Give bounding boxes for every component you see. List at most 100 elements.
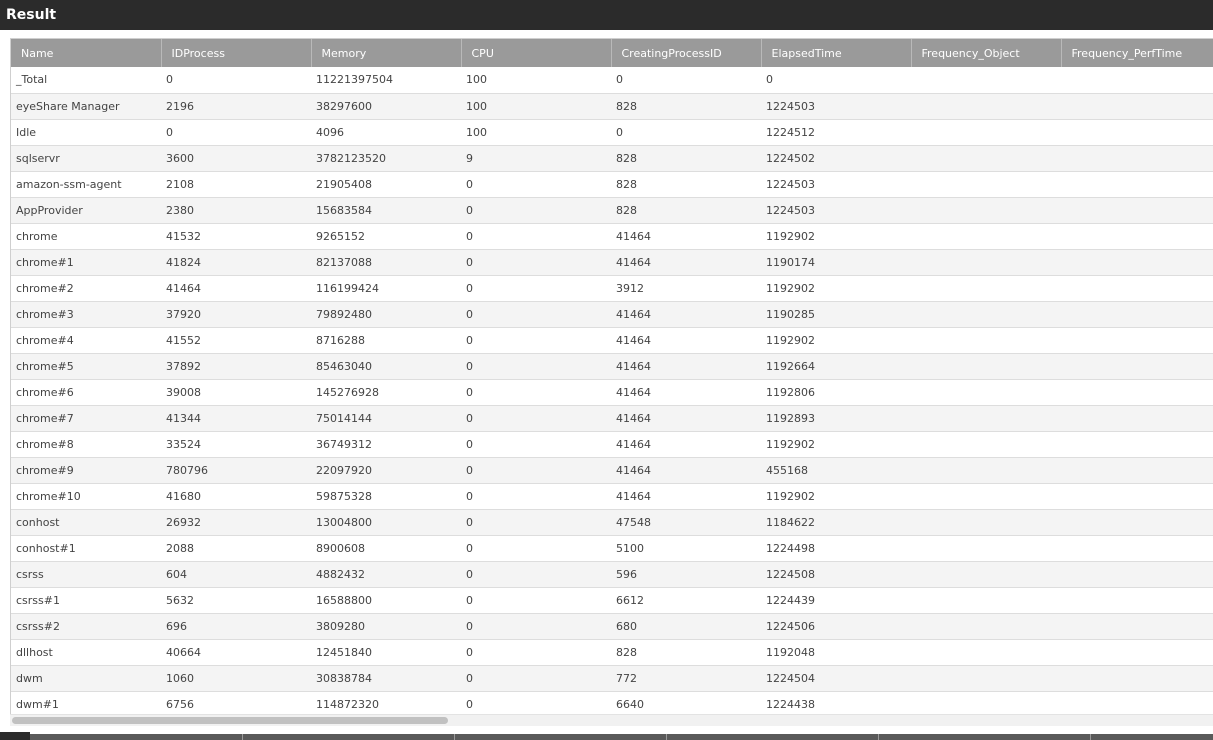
header-column-frequency-object[interactable]: Frequency_Object [911, 39, 1062, 67]
header-column-idprocess[interactable]: IDProcess [161, 39, 312, 67]
table-row[interactable]: conhost#1 2088 8900608 0 5100 1224498 [11, 535, 1213, 562]
table-row[interactable]: _Total 0 11221397504 100 0 0 [11, 67, 1213, 94]
cell-column-idprocess: 780796 [161, 457, 311, 484]
cell-column-elapsedtime: 1192664 [761, 353, 911, 380]
cell-column-name: conhost#1 [11, 535, 161, 562]
table-row[interactable]: AppProvider 2380 15683584 0 828 1224503 [11, 197, 1213, 224]
cell-column-frequency-perftime [1061, 93, 1213, 120]
cell-column-elapsedtime: 1192902 [761, 431, 911, 458]
cell-column-memory: 145276928 [311, 379, 461, 406]
table-row[interactable]: chrome#5 37892 85463040 0 41464 1192664 [11, 353, 1213, 380]
table-row[interactable]: csrss#1 5632 16588800 0 6612 1224439 [11, 587, 1213, 614]
cell-column-elapsedtime: 1192902 [761, 275, 911, 302]
cell-column-cpu: 0 [461, 353, 611, 380]
cell-column-elapsedtime: 1184622 [761, 509, 911, 536]
table-row[interactable]: dwm 1060 30838784 0 772 1224504 [11, 665, 1213, 692]
result-table: Name IDProcess Memory CPU CreatingProcessID E… [11, 39, 1213, 718]
cell-column-creatingprocessid: 828 [611, 93, 761, 120]
cell-column-elapsedtime: 1224506 [761, 613, 911, 640]
cell-column-cpu: 0 [461, 405, 611, 432]
table-row[interactable]: eyeShare Manager 2196 38297600 100 828 122450… [11, 93, 1213, 120]
header-column-cpu[interactable]: CPU [461, 39, 612, 67]
horizontal-scrollbar[interactable] [10, 714, 1213, 726]
cell-column-idprocess: 41464 [161, 275, 311, 302]
cell-column-creatingprocessid: 828 [611, 639, 761, 666]
table-row[interactable]: chrome#7 41344 75014144 0 41464 1192893 [11, 405, 1213, 432]
cell-column-elapsedtime: 1190174 [761, 249, 911, 276]
cell-column-name: AppProvider [11, 197, 161, 224]
header-column-frequency-perftime[interactable]: Frequency_PerfTime [1061, 39, 1213, 67]
cell-column-name: _Total [11, 67, 161, 94]
cell-column-name: chrome#2 [11, 275, 161, 302]
cell-column-frequency-perftime [1061, 483, 1213, 510]
cell-column-creatingprocessid: 3912 [611, 275, 761, 302]
cell-column-name: conhost [11, 509, 161, 536]
bottom-panel-divider [454, 734, 455, 740]
cell-column-idprocess: 2088 [161, 535, 311, 562]
table-body: _Total 0 11221397504 100 0 0 eyeShare Manager 2… [11, 67, 1213, 718]
cell-column-cpu: 0 [461, 639, 611, 666]
cell-column-name: sqlservr [11, 145, 161, 172]
cell-column-name: eyeShare Manager [11, 93, 161, 120]
cell-column-name: chrome#3 [11, 301, 161, 328]
cell-column-elapsedtime: 1192893 [761, 405, 911, 432]
table-row[interactable]: conhost 26932 13004800 0 47548 1184622 [11, 509, 1213, 536]
cell-column-frequency-perftime [1061, 353, 1213, 380]
cell-column-name: csrss#1 [11, 587, 161, 614]
cell-column-memory: 3782123520 [311, 145, 461, 172]
cell-column-idprocess: 0 [161, 67, 311, 94]
header-column-elapsedtime[interactable]: ElapsedTime [761, 39, 912, 67]
cell-column-creatingprocessid: 828 [611, 171, 761, 198]
table-row[interactable]: chrome#4 41552 8716288 0 41464 1192902 [11, 327, 1213, 354]
cell-column-memory: 59875328 [311, 483, 461, 510]
table-row[interactable]: amazon-ssm-agent 2108 21905408 0 828 1224503 [11, 171, 1213, 198]
table-row[interactable]: Idle 0 4096 100 0 1224512 [11, 119, 1213, 146]
table-row[interactable]: chrome 41532 9265152 0 41464 1192902 [11, 223, 1213, 250]
cell-column-elapsedtime: 1224504 [761, 665, 911, 692]
table-row[interactable]: chrome#9 780796 22097920 0 41464 455168 [11, 457, 1213, 484]
table-row[interactable]: chrome#10 41680 59875328 0 41464 1192902 [11, 483, 1213, 510]
cell-column-memory: 79892480 [311, 301, 461, 328]
table-row[interactable]: dllhost 40664 12451840 0 828 1192048 [11, 639, 1213, 666]
table-row[interactable]: chrome#2 41464 116199424 0 3912 1192902 [11, 275, 1213, 302]
cell-column-frequency-object [911, 249, 1061, 276]
cell-column-memory: 30838784 [311, 665, 461, 692]
cell-column-memory: 38297600 [311, 93, 461, 120]
cell-column-creatingprocessid: 0 [611, 119, 761, 146]
cell-column-frequency-object [911, 301, 1061, 328]
cell-column-cpu: 9 [461, 145, 611, 172]
cell-column-creatingprocessid: 828 [611, 197, 761, 224]
cell-column-frequency-object [911, 145, 1061, 172]
table-row[interactable]: chrome#6 39008 145276928 0 41464 1192806 [11, 379, 1213, 406]
cell-column-creatingprocessid: 772 [611, 665, 761, 692]
cell-column-idprocess: 41824 [161, 249, 311, 276]
header-column-name[interactable]: Name [11, 39, 162, 67]
cell-column-frequency-object [911, 587, 1061, 614]
cell-column-idprocess: 2196 [161, 93, 311, 120]
cell-column-name: chrome#8 [11, 431, 161, 458]
cell-column-creatingprocessid: 596 [611, 561, 761, 588]
table-row[interactable]: chrome#8 33524 36749312 0 41464 1192902 [11, 431, 1213, 458]
cell-column-elapsedtime: 0 [761, 67, 911, 94]
table-row[interactable]: chrome#1 41824 82137088 0 41464 1190174 [11, 249, 1213, 276]
cell-column-cpu: 0 [461, 197, 611, 224]
cell-column-elapsedtime: 1192048 [761, 639, 911, 666]
horizontal-scrollbar-thumb[interactable] [12, 717, 448, 724]
cell-column-memory: 4882432 [311, 561, 461, 588]
bottom-panel-edge [0, 732, 1213, 740]
cell-column-memory: 11221397504 [311, 67, 461, 94]
table-row[interactable]: sqlservr 3600 3782123520 9 828 1224502 [11, 145, 1213, 172]
cell-column-elapsedtime: 455168 [761, 457, 911, 484]
cell-column-frequency-perftime [1061, 639, 1213, 666]
table-row[interactable]: csrss#2 696 3809280 0 680 1224506 [11, 613, 1213, 640]
bottom-panel-divider [666, 734, 667, 740]
header-column-memory[interactable]: Memory [311, 39, 462, 67]
cell-column-memory: 8900608 [311, 535, 461, 562]
cell-column-cpu: 100 [461, 67, 611, 94]
cell-column-frequency-object [911, 535, 1061, 562]
cell-column-name: amazon-ssm-agent [11, 171, 161, 198]
table-row[interactable]: csrss 604 4882432 0 596 1224508 [11, 561, 1213, 588]
header-column-creatingprocessid[interactable]: CreatingProcessID [611, 39, 762, 67]
cell-column-frequency-perftime [1061, 119, 1213, 146]
table-row[interactable]: chrome#3 37920 79892480 0 41464 1190285 [11, 301, 1213, 328]
